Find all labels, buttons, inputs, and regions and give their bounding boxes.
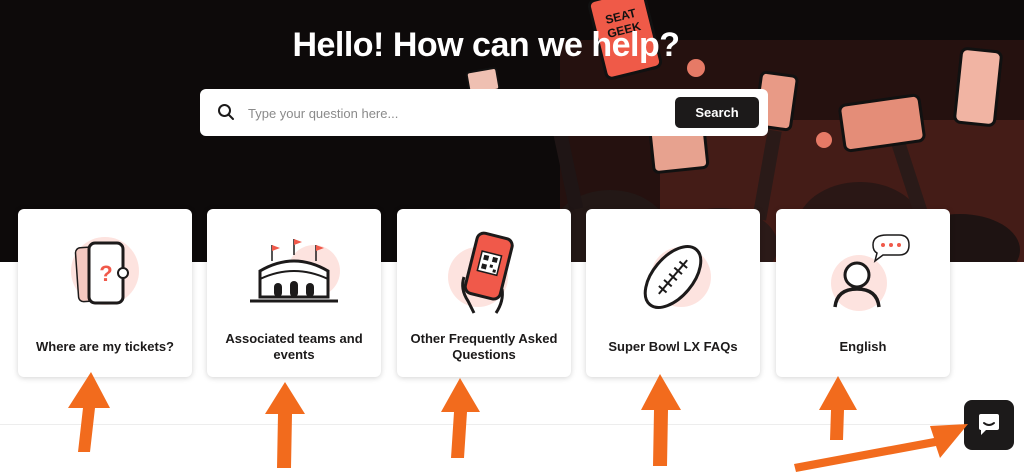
annotation-arrow: [68, 372, 110, 452]
svg-text:?: ?: [99, 261, 112, 286]
category-card-tickets[interactable]: ? Where are my tickets?: [18, 209, 192, 377]
chat-bubble-icon: [979, 414, 999, 435]
category-card-other-faqs[interactable]: Other Frequently Asked Questions: [397, 209, 571, 377]
chat-launcher-button[interactable]: [964, 400, 1014, 450]
search-button[interactable]: Search: [675, 97, 759, 128]
category-label: English: [839, 339, 887, 354]
category-label: Associated teams and events: [225, 331, 363, 362]
category-label: Super Bowl LX FAQs: [608, 339, 738, 354]
search-bar: Search: [200, 89, 768, 136]
ticket-question-icon: ?: [71, 237, 139, 305]
annotation-arrow: [819, 376, 857, 440]
search-icon: [218, 104, 234, 120]
annotation-arrow: [265, 382, 305, 468]
category-card-language[interactable]: English: [776, 209, 950, 377]
category-card-teams-events[interactable]: Associated teams and events: [207, 209, 381, 377]
search-input[interactable]: [246, 99, 670, 128]
annotation-arrow: [441, 378, 480, 458]
category-label: Other Frequently Asked Questions: [410, 331, 558, 362]
page-title: Hello! How can we help?: [292, 26, 680, 64]
phone-qr-icon: [448, 231, 514, 314]
annotation-arrow: [641, 374, 681, 466]
stadium-icon: [250, 239, 340, 303]
category-label: Where are my tickets?: [35, 339, 174, 354]
annotation-arrow: [794, 424, 968, 472]
category-card-super-bowl[interactable]: Super Bowl LX FAQs: [586, 209, 760, 377]
user-chat-icon: [831, 234, 910, 311]
football-icon: [643, 245, 711, 309]
divider: [0, 424, 960, 425]
